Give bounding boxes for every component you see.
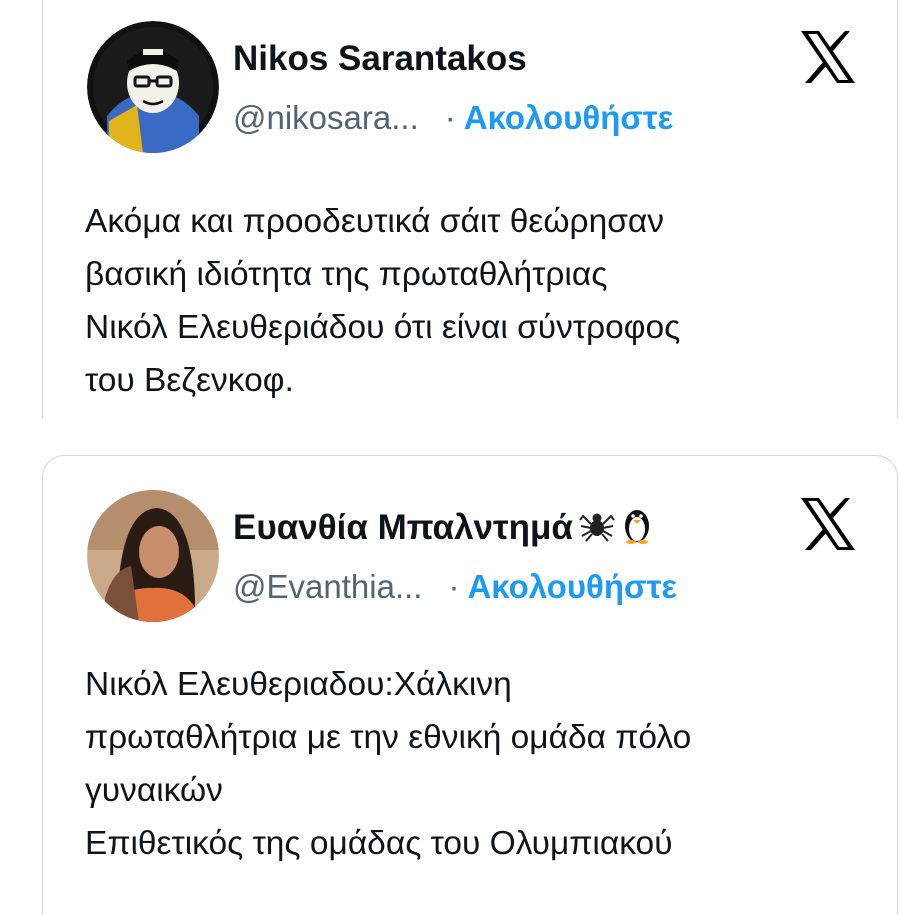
author-name[interactable]: Ευανθία Μπαλντημά	[233, 506, 653, 553]
avatar[interactable]	[87, 490, 219, 622]
tweet-card[interactable]: Nikos Sarantakos @nikosara... · Ακολουθήστ…	[42, 0, 898, 420]
author-handle[interactable]: @Evanthia...	[233, 568, 422, 605]
follow-button[interactable]: Ακολουθήστε	[467, 568, 677, 605]
avatar[interactable]	[87, 21, 219, 153]
tweet-text: Νικόλ Ελευθεριαδου:Χάλκινη πρωταθλήτρια …	[85, 666, 692, 862]
author-handle[interactable]: @nikosara...	[233, 99, 419, 136]
spider-icon	[579, 508, 615, 551]
x-logo-icon[interactable]	[799, 496, 857, 552]
handle-row: @Evanthia... · Ακολουθήστε	[233, 568, 677, 606]
separator-dot: ·	[444, 99, 456, 136]
handle-row: @nikosara... · Ακολουθήστε	[233, 99, 673, 137]
tweet-text: Ακόμα και προοδευτικά σάιτ θεώρησαν βασι…	[85, 203, 681, 399]
card-divider	[0, 418, 900, 454]
tweet-card[interactable]: Ευανθία Μπαλντημά @Evanthia... · Ακολουθ…	[42, 455, 898, 915]
separator-dot: ·	[448, 568, 460, 605]
author-name-text: Ευανθία Μπαλντημά	[233, 507, 573, 547]
penguin-icon	[621, 506, 653, 553]
x-logo-icon[interactable]	[799, 29, 857, 85]
author-name[interactable]: Nikos Sarantakos	[233, 39, 527, 79]
follow-button[interactable]: Ακολουθήστε	[464, 99, 674, 136]
